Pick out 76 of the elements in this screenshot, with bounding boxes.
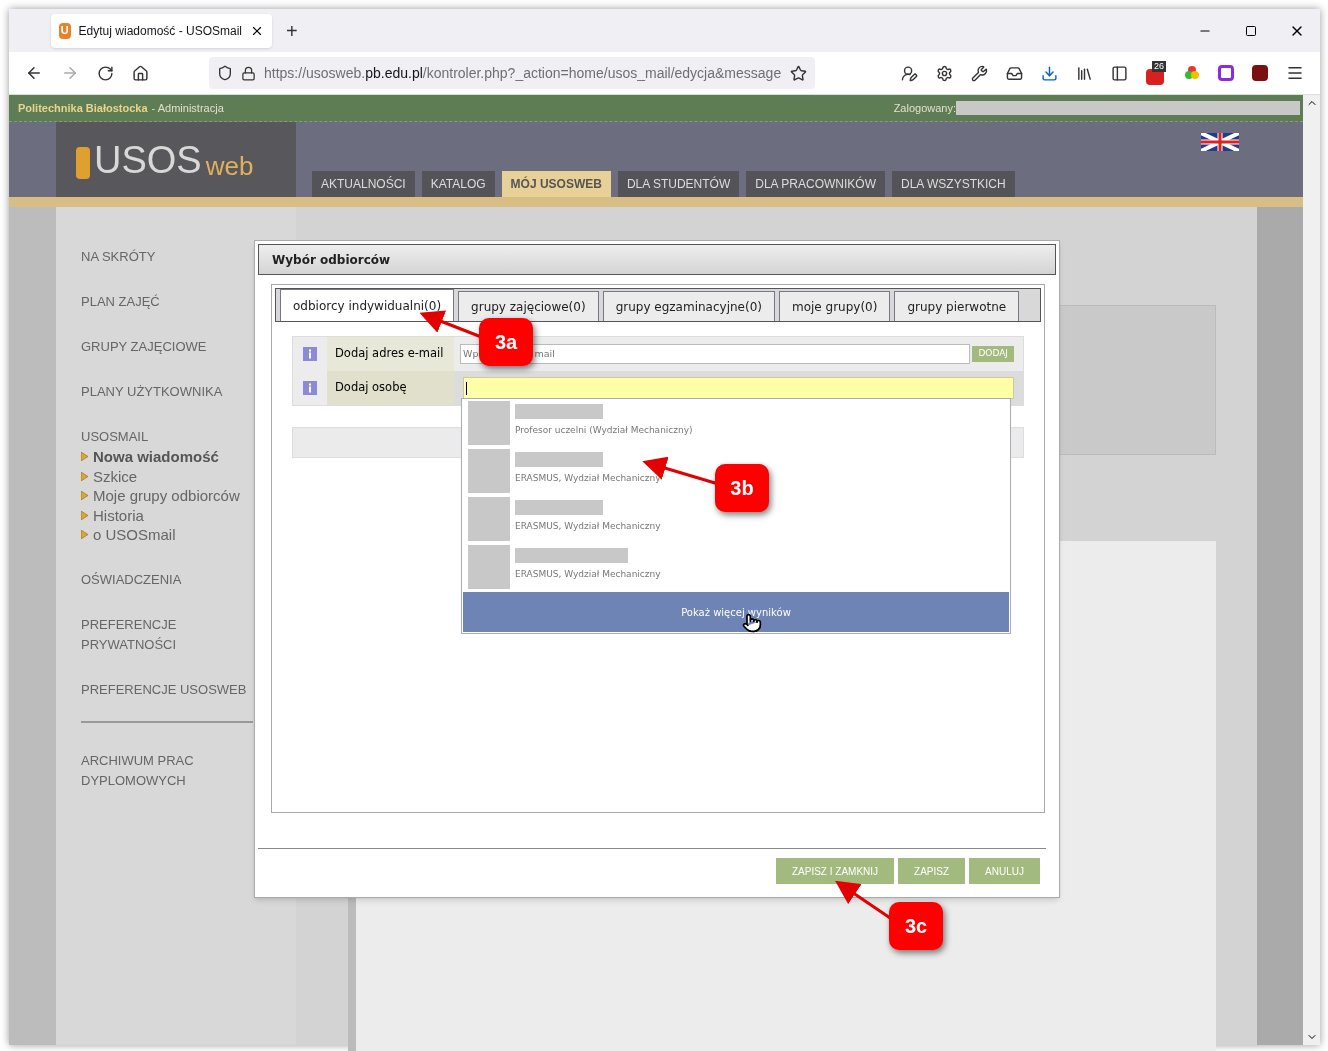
annotation-callout: 3c — [889, 902, 943, 950]
avatar-placeholder — [468, 401, 510, 445]
dialog-title: Wybór odbiorców — [272, 251, 391, 269]
browser-tab[interactable]: U Edytuj wiadomość - USOSmail — [51, 13, 272, 48]
back-icon[interactable] — [25, 64, 43, 82]
square-extension-icon[interactable] — [1218, 65, 1234, 81]
result-description[interactable]: ERASMUS, Wydział Mechaniczny — [515, 568, 661, 582]
url-text: https://usosweb.pb.edu.pl/kontroler.php?_action=home/usos_mail/edycja&message — [264, 63, 782, 83]
sidebar-link[interactable]: GRUPY ZAJĘCIOWE — [81, 337, 253, 357]
bookmark-star-icon[interactable] — [790, 64, 807, 82]
home-icon[interactable] — [132, 64, 149, 82]
recipient-tab[interactable]: grupy zajęciowe(0) — [458, 291, 599, 321]
download-icon[interactable] — [1041, 64, 1058, 82]
inbox-icon[interactable] — [1006, 64, 1023, 82]
tab-title: Edytuj wiadomość - USOSmail — [78, 22, 242, 40]
logo: USOS web — [76, 140, 254, 179]
sidebar-sublink[interactable]: o USOSmail — [93, 525, 176, 545]
bullet-icon — [81, 471, 88, 481]
result-description[interactable]: Profesor uczelni (Wydział Mechaniczny) — [515, 424, 693, 438]
recipient-tab[interactable]: odbiorcy indywidualni(0) — [280, 289, 455, 321]
sidebar-link[interactable]: PLANY UŻYTKOWNIKA — [81, 382, 253, 402]
result-description[interactable]: ERASMUS, Wydział Mechaniczny — [515, 520, 661, 534]
logged-in-label: Zalogowany: — [893, 100, 956, 116]
nav-tab[interactable]: DLA WSZYSTKICH — [891, 171, 1015, 197]
sidebar-icon[interactable] — [1111, 64, 1128, 82]
field-label: Dodaj adres e-mail — [335, 345, 444, 363]
address-bar[interactable]: https://usosweb.pb.edu.pl/kontroler.php?_action=home/usos_mail/edycja&message — [209, 57, 815, 89]
reload-icon[interactable] — [97, 64, 114, 82]
lock-icon[interactable] — [241, 65, 256, 81]
sidebar-link[interactable]: NA SKRÓTY — [81, 247, 253, 267]
avatar-placeholder — [468, 497, 510, 541]
sidebar-link[interactable]: PLAN ZAJĘĆ — [81, 292, 253, 312]
sidebar-sublink[interactable]: Historia — [93, 505, 144, 525]
recipient-tab[interactable]: grupy pierwotne — [894, 291, 1020, 321]
institution-link[interactable]: Politechnika Białostocka — [18, 99, 148, 117]
annotation-callout: 3b — [715, 464, 769, 512]
nav-tab[interactable]: MÓJ USOSWEB — [501, 171, 611, 197]
account-icon[interactable] — [901, 64, 918, 82]
library-icon[interactable] — [1076, 64, 1093, 82]
section-label: - Administracja — [151, 100, 224, 116]
menu-icon[interactable] — [1286, 64, 1304, 82]
sidebar-link[interactable]: PREFERENCJE USOSWEB — [81, 679, 253, 700]
sidebar-sublink[interactable]: Szkice — [93, 466, 138, 486]
new-tab-button[interactable]: + — [286, 15, 298, 46]
show-more-button[interactable]: Pokaż więcej wyników — [463, 592, 1009, 632]
bullet-icon — [81, 452, 88, 462]
nav-tab[interactable]: KATALOG — [421, 171, 495, 197]
annotation-callout: 3a — [479, 318, 533, 366]
avatar-extension-icon[interactable] — [1252, 65, 1268, 81]
bullet-icon — [81, 491, 88, 501]
person-search-field[interactable] — [463, 377, 1014, 399]
info-icon[interactable] — [303, 381, 317, 395]
nav-tab[interactable]: AKTUALNOŚCI — [312, 171, 415, 197]
site-favicon: U — [59, 22, 71, 39]
shield-icon[interactable] — [217, 65, 233, 81]
color-wheel-icon[interactable] — [1184, 65, 1200, 81]
info-icon[interactable] — [303, 347, 317, 361]
recipient-tab[interactable]: moje grupy(0) — [778, 291, 891, 321]
sidebar-sublink[interactable]: Nowa wiadomość — [93, 447, 219, 467]
sidebar-link[interactable]: USOSMAIL — [81, 427, 253, 447]
bullet-icon — [81, 530, 88, 540]
result-description[interactable]: ERASMUS, Wydział Mechaniczny — [515, 472, 661, 486]
sidebar-sublink[interactable]: Moje grupy odbiorców — [93, 486, 240, 506]
sidebar-link[interactable]: ARCHIWUM PRAC DYPLOMOWYCH — [81, 750, 231, 791]
nav-tab[interactable]: DLA PRACOWNIKÓW — [746, 171, 885, 197]
avatar-placeholder — [468, 449, 510, 493]
recipient-tab[interactable]: grupy egzaminacyjne(0) — [602, 291, 775, 321]
sidebar-link[interactable]: PREFERENCJE PRYWATNOŚCI — [81, 614, 253, 655]
english-flag-icon[interactable] — [1201, 133, 1239, 151]
settings-icon[interactable] — [936, 64, 953, 82]
wrench-icon[interactable] — [971, 64, 988, 82]
nav-tab[interactable]: DLA STUDENTÓW — [617, 171, 740, 197]
field-label: Dodaj osobę — [335, 379, 407, 397]
sidebar-link[interactable]: OŚWIADCZENIA — [81, 569, 253, 590]
bullet-icon — [81, 510, 88, 520]
avatar-placeholder — [468, 545, 510, 589]
